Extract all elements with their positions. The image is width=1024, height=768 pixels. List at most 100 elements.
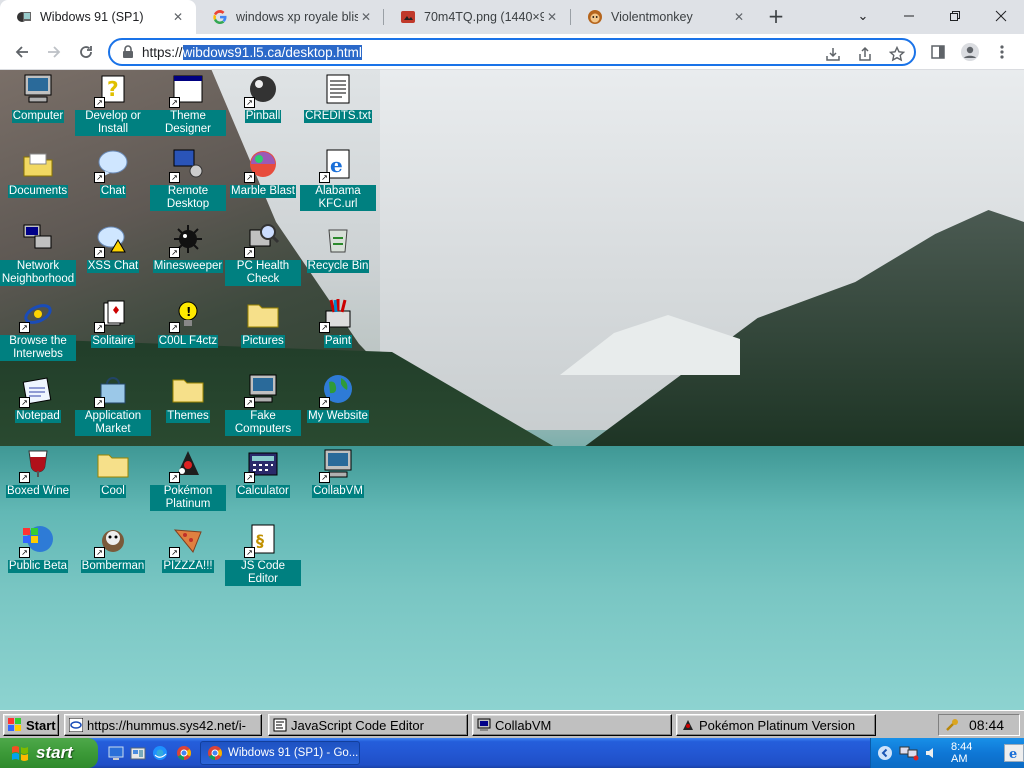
close-tab-icon[interactable]: ✕ — [731, 9, 747, 25]
shortcut-arrow-icon: ↗ — [19, 397, 30, 408]
lock-icon[interactable] — [122, 45, 134, 59]
tab-google-search[interactable]: windows xp royale bliss ✕ — [196, 0, 384, 34]
reload-button[interactable] — [74, 40, 98, 64]
marble-icon: ↗ — [244, 147, 280, 183]
script-icon — [273, 718, 287, 732]
explorer-icon[interactable] — [130, 745, 146, 761]
desktop-icon-fake-computers[interactable]: ↗ Fake Computers — [225, 370, 301, 440]
tab-violentmonkey[interactable]: Violentmonkey ✕ — [571, 0, 757, 34]
desktop-icon-js-code-editor[interactable]: § ↗ JS Code Editor — [225, 520, 301, 590]
tab-title: windows xp royale bliss — [236, 10, 358, 24]
desktop-icon-collabvm[interactable]: ↗ CollabVM — [300, 445, 376, 515]
desktop-icon-calculator[interactable]: ↗ Calculator — [225, 445, 301, 515]
network-tray-icon[interactable] — [899, 745, 921, 761]
desktop-icon-label: JS Code Editor — [225, 560, 301, 586]
desktop[interactable]: Computer? ↗ Develop or Install ↗ Theme Desig… — [0, 70, 1024, 710]
bookmark-star-icon[interactable] — [888, 45, 906, 63]
chrome-icon — [207, 745, 223, 761]
desktop-icon-xss-chat[interactable]: ↗ XSS Chat — [75, 220, 151, 290]
desktop-icon-boxed-wine[interactable]: ↗ Boxed Wine — [0, 445, 76, 515]
forward-button[interactable] — [42, 40, 66, 64]
shortcut-arrow-icon: ↗ — [169, 322, 180, 333]
desktop-icon-chat[interactable]: ↗ Chat — [75, 145, 151, 215]
desktop-icon-application-market[interactable]: ↗ Application Market — [75, 370, 151, 440]
desktop-icon-network-neighborhood[interactable]: Network Neighborhood — [0, 220, 76, 290]
chrome-icon[interactable] — [176, 745, 192, 761]
share-icon[interactable] — [856, 45, 874, 63]
edge-icon[interactable] — [152, 745, 168, 761]
desktop-icon-notepad[interactable]: ↗ Notepad — [0, 370, 76, 440]
desktop-icon-bomberman[interactable]: ↗ Bomberman — [75, 520, 151, 590]
menu-kebab-icon[interactable] — [990, 40, 1014, 64]
volume-icon[interactable] — [925, 746, 939, 760]
close-tab-icon[interactable]: ✕ — [544, 9, 560, 25]
desktop-icon-label: Public Beta — [7, 560, 69, 573]
desktop-icon-c00l-f4ctz[interactable]: ! ↗ C00L F4ctz — [150, 295, 226, 365]
wibdows-icon — [16, 9, 32, 25]
close-window-button[interactable] — [989, 4, 1013, 28]
desktop-icon-pinball[interactable]: ↗ Pinball — [225, 70, 301, 140]
restore-button[interactable] — [943, 4, 967, 28]
taskbar-button-js-editor[interactable]: JavaScript Code Editor — [268, 714, 468, 736]
xp-start-button[interactable]: start — [0, 738, 98, 768]
new-tab-button[interactable]: + — [766, 6, 786, 26]
tab-wibdows-91[interactable]: Wibdows 91 (SP1) ✕ — [0, 0, 196, 34]
shortcut-arrow-icon: ↗ — [244, 547, 255, 558]
wibdows-start-button[interactable]: Start — [3, 714, 59, 736]
desktop-icon-paint[interactable]: ↗ Paint — [300, 295, 376, 365]
address-bar[interactable]: https://wibdows91.l5.ca/desktop.html — [108, 38, 916, 66]
desktop-icon-pizzza[interactable]: ↗ PIZZZA!!! — [150, 520, 226, 590]
desktop-icon-documents[interactable]: Documents — [0, 145, 76, 215]
desktop-icon-remote-desktop[interactable]: ↗ Remote Desktop — [150, 145, 226, 215]
desktop-icon-public-beta[interactable]: ↗ Public Beta — [0, 520, 76, 590]
show-desktop-icon[interactable] — [108, 745, 124, 761]
desktop-icon-recycle-bin[interactable]: Recycle Bin — [300, 220, 376, 290]
desktop-icon-label: Application Market — [75, 410, 151, 436]
xp-task-button-chrome[interactable]: Wibdows 91 (SP1) - Go... — [200, 741, 360, 765]
wrench-icon[interactable] — [945, 718, 959, 732]
computer-icon — [477, 718, 491, 732]
tab-image[interactable]: 70m4TQ.png (1440×900) ✕ — [384, 0, 570, 34]
desktop-icon-browse-the-interwebs[interactable]: ↗ Browse the Interwebs — [0, 295, 76, 365]
desktop-icon-minesweeper[interactable]: ↗ Minesweeper — [150, 220, 226, 290]
wibdows-clock[interactable]: 08:44 — [969, 717, 1004, 733]
svg-text:§: § — [256, 531, 264, 550]
minimize-button[interactable] — [897, 4, 921, 28]
profile-avatar-icon[interactable] — [958, 40, 982, 64]
desktop-icon-computer[interactable]: Computer — [0, 70, 76, 140]
shortcut-arrow-icon: ↗ — [244, 397, 255, 408]
desktop-icon-cool[interactable]: Cool — [75, 445, 151, 515]
close-tab-icon[interactable]: ✕ — [358, 9, 374, 25]
desktop-icon-theme-designer[interactable]: ↗ Theme Designer — [150, 70, 226, 140]
xp-clock[interactable]: 8:44 AM — [951, 741, 990, 765]
internet-explorer-icon[interactable]: e — [1004, 744, 1024, 762]
tray-back-arrow-icon[interactable] — [877, 745, 893, 761]
desktop-icon-develop-or-install[interactable]: ? ↗ Develop or Install — [75, 70, 151, 140]
back-button[interactable] — [10, 40, 34, 64]
desktop-icon-marble-blast[interactable]: ↗ Marble Blast — [225, 145, 301, 215]
folder-icon — [171, 372, 205, 406]
taskbar-button-browser[interactable]: https://hummus.sys42.net/i- — [64, 714, 262, 736]
shortcut-arrow-icon: ↗ — [244, 172, 255, 183]
desktop-icon-solitaire[interactable]: ↗ Solitaire — [75, 295, 151, 365]
desktop-icon-pc-health-check[interactable]: ↗ PC Health Check — [225, 220, 301, 290]
help-document-icon: ? ↗ — [94, 72, 130, 108]
bomberman-icon: ↗ — [94, 522, 130, 558]
install-app-icon[interactable] — [824, 45, 842, 63]
side-panel-icon[interactable] — [926, 40, 950, 64]
desktop-icon-pok-mon-platinum[interactable]: ↗ Pokémon Platinum — [150, 445, 226, 515]
url-text[interactable]: https://wibdows91.l5.ca/desktop.html — [142, 45, 362, 60]
desktop-icon-my-website[interactable]: ↗ My Website — [300, 370, 376, 440]
taskbar-button-collabvm[interactable]: CollabVM — [472, 714, 672, 736]
desktop-icon-label: Calculator — [236, 485, 290, 498]
close-tab-icon[interactable]: ✕ — [170, 9, 186, 25]
desktop-icon-themes[interactable]: Themes — [150, 370, 226, 440]
magnifier-computer-icon: ↗ — [244, 222, 280, 258]
desktop-icon-alabama-kfc-url[interactable]: e ↗ Alabama KFC.url — [300, 145, 376, 215]
tab-search-icon[interactable]: ⌄ — [851, 4, 875, 28]
desktop-icon-credits-txt[interactable]: CREDITS.txt — [300, 70, 376, 140]
desktop-icon-label: CREDITS.txt — [304, 110, 372, 123]
desktop-icon-pictures[interactable]: Pictures — [225, 295, 301, 365]
pokemon-icon — [681, 718, 695, 732]
taskbar-button-pokemon[interactable]: Pokémon Platinum Version — [676, 714, 876, 736]
